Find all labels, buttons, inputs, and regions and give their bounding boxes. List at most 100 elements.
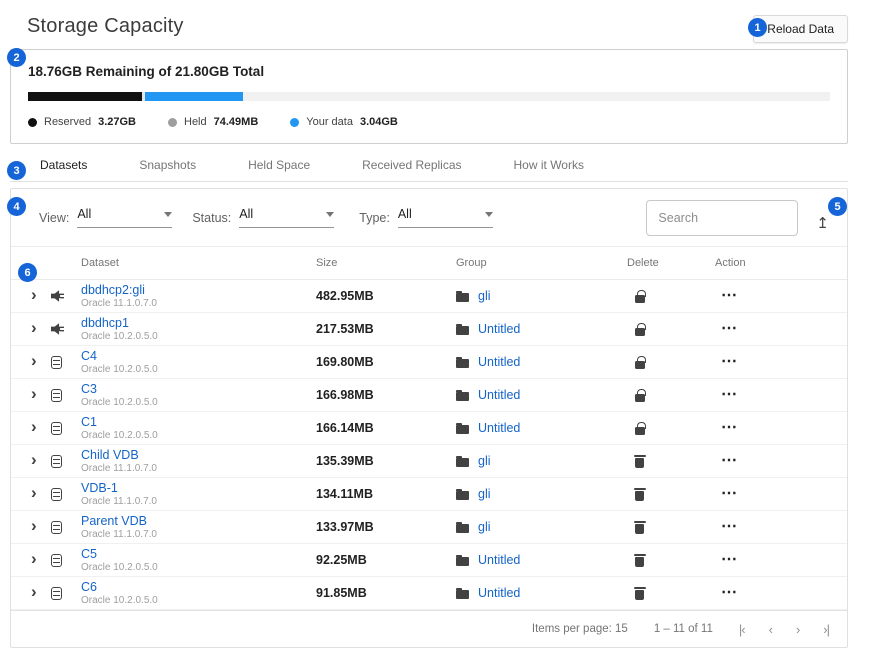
storage-capacity-page: 1 2 3 4 5 6 Storage Capacity Reload Data… [0,0,875,656]
view-select-value: All [77,207,91,221]
type-filter: Type: All [359,207,493,228]
caret-down-icon [164,212,172,217]
more-actions-icon[interactable]: ⋯ [721,524,738,530]
callout-2: 2 [7,48,26,67]
more-actions-icon[interactable]: ⋯ [721,590,738,596]
dataset-type-icon [51,488,62,501]
view-filter-label: View: [39,211,69,225]
group-link[interactable]: gli [478,520,491,534]
delete-icon[interactable] [635,295,645,303]
legend-label: Your data [306,116,353,128]
delete-icon[interactable] [635,361,645,369]
dataset-type-icon [51,587,62,600]
delete-icon[interactable] [635,491,644,501]
reload-data-button[interactable]: Reload Data [753,15,848,43]
folder-icon [456,557,469,566]
group-link[interactable]: Untitled [478,586,520,600]
export-icon[interactable]: ↥ [816,216,829,231]
next-page-icon[interactable]: › [796,622,799,637]
delete-icon[interactable] [635,458,644,468]
delete-icon[interactable] [635,427,645,435]
more-actions-icon[interactable]: ⋯ [721,293,738,299]
tab-snapshots[interactable]: Snapshots [139,158,196,178]
more-actions-icon[interactable]: ⋯ [721,392,738,398]
tab-held-space[interactable]: Held Space [248,158,310,178]
previous-page-icon[interactable]: ‹ [769,622,772,637]
dataset-name-link[interactable]: Parent VDB [81,514,147,528]
expand-icon[interactable]: › [31,550,37,570]
tab-bar: Datasets Snapshots Held Space Received R… [10,154,848,182]
expand-icon[interactable]: › [31,352,37,372]
expand-icon[interactable]: › [31,583,37,603]
table-row: › dbdhcp2:gli Oracle 11.1.0.7.0 482.95MB… [11,280,847,313]
dataset-subtitle: Oracle 10.2.0.5.0 [81,364,158,375]
dataset-size: 166.14MB [311,421,449,435]
first-page-icon[interactable]: |‹ [739,622,745,637]
more-actions-icon[interactable]: ⋯ [721,425,738,431]
callout-4: 4 [7,197,26,216]
dataset-name-link[interactable]: C6 [81,580,97,594]
more-actions-icon[interactable]: ⋯ [721,359,738,365]
dataset-name-link[interactable]: C3 [81,382,97,396]
delete-icon[interactable] [635,590,644,600]
dataset-name-link[interactable]: C5 [81,547,97,561]
dataset-name-link[interactable]: Child VDB [81,448,139,462]
dataset-type-icon [51,422,62,435]
more-actions-icon[interactable]: ⋯ [721,557,738,563]
expand-icon[interactable]: › [31,286,37,306]
more-actions-icon[interactable]: ⋯ [721,458,738,464]
dataset-size: 169.80MB [311,355,449,369]
expand-icon[interactable]: › [31,385,37,405]
type-select[interactable]: All [398,207,493,228]
callout-1: 1 [748,18,767,37]
dataset-name-link[interactable]: VDB-1 [81,481,118,495]
group-link[interactable]: gli [478,289,491,303]
status-select[interactable]: All [239,207,334,228]
expand-icon[interactable]: › [31,319,37,339]
expand-icon[interactable]: › [31,484,37,504]
expand-icon[interactable]: › [31,418,37,438]
group-link[interactable]: Untitled [478,388,520,402]
delete-icon[interactable] [635,328,645,336]
dataset-name-link[interactable]: dbdhcp2:gli [81,283,145,297]
view-select[interactable]: All [77,207,172,228]
tab-received-replicas[interactable]: Received Replicas [362,158,461,178]
expand-icon[interactable]: › [31,451,37,471]
group-link[interactable]: gli [478,487,491,501]
column-action: Action [715,257,847,269]
dataset-subtitle: Oracle 10.2.0.5.0 [81,331,158,342]
group-link[interactable]: Untitled [478,553,520,567]
dataset-type-icon [51,455,62,468]
dataset-type-icon [51,290,64,303]
folder-icon [456,491,469,500]
delete-icon[interactable] [635,524,644,534]
last-page-icon[interactable]: ›| [823,622,829,637]
dataset-name-link[interactable]: C1 [81,415,97,429]
more-actions-icon[interactable]: ⋯ [721,326,738,332]
tab-datasets[interactable]: Datasets [40,158,87,178]
callout-3: 3 [7,161,26,180]
paginator: Items per page: 15 1 – 11 of 11 |‹ ‹ › ›… [11,610,847,647]
capacity-bar-your-data-segment [145,92,243,101]
dataset-name-link[interactable]: C4 [81,349,97,363]
table-row: › VDB-1 Oracle 11.1.0.7.0 134.11MB gli ⋯ [11,478,847,511]
dataset-size: 217.53MB [311,322,449,336]
group-link[interactable]: Untitled [478,355,520,369]
more-actions-icon[interactable]: ⋯ [721,491,738,497]
delete-icon[interactable] [635,557,644,567]
capacity-summary: 18.76GB Remaining of 21.80GB Total [28,64,830,79]
search-input[interactable] [646,200,798,236]
group-link[interactable]: gli [478,454,491,468]
expand-icon[interactable]: › [31,517,37,537]
tab-how-it-works[interactable]: How it Works [514,158,584,178]
delete-icon[interactable] [635,394,645,402]
group-link[interactable]: Untitled [478,421,520,435]
items-per-page-value[interactable]: 15 [615,623,628,635]
folder-icon [456,293,469,302]
dataset-name-link[interactable]: dbdhcp1 [81,316,129,330]
legend-label: Reserved [44,116,91,128]
items-per-page-label: Items per page: [532,623,612,635]
group-link[interactable]: Untitled [478,322,520,336]
capacity-bar-reserved-segment [28,92,142,101]
table-row: › C1 Oracle 10.2.0.5.0 166.14MB Untitled… [11,412,847,445]
